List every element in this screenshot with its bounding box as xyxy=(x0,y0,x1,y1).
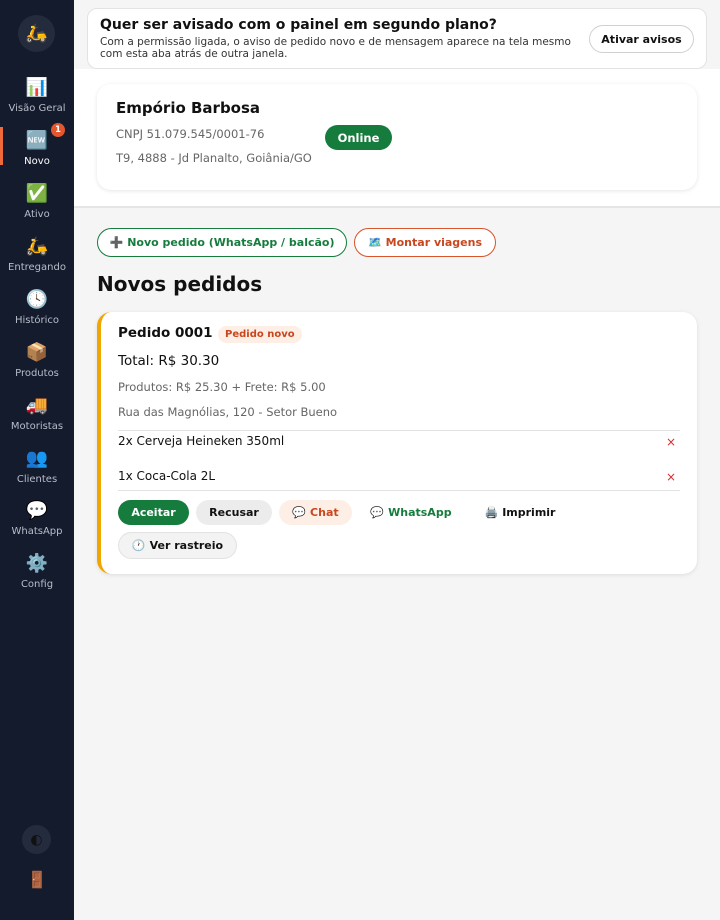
refuse-order-button[interactable]: Recusar xyxy=(196,500,272,525)
store-cnpj: CNPJ 51.079.545/0001-76 xyxy=(116,127,265,141)
sidebar-item-label: Motoristas xyxy=(10,421,64,432)
banner-title: Quer ser avisado com o painel em segundo… xyxy=(100,17,497,33)
sidebar-item-motoristas[interactable]: 🚚 Motoristas xyxy=(0,392,74,442)
bar-chart-icon: 📊 xyxy=(25,77,49,98)
print-button[interactable]: 🖨️ Imprimir xyxy=(470,500,570,525)
order-card: Pedido 0001 Pedido novo Total: R$ 30.30 … xyxy=(97,312,697,574)
theme-toggle-icon[interactable]: ◐ xyxy=(22,825,51,854)
order-address: Rua das Magnólias, 120 - Setor Bueno xyxy=(118,405,338,419)
order-item-row: 1x Coca-Cola 2L × xyxy=(118,467,680,487)
sidebar-item-label: Clientes xyxy=(16,474,58,485)
track-label: Ver rastreio xyxy=(149,539,224,552)
count-badge: 1 xyxy=(51,123,65,137)
whatsapp-button[interactable]: 💬 WhatsApp xyxy=(359,500,463,525)
remove-item-icon[interactable]: × xyxy=(666,470,676,484)
sidebar-item-novo[interactable]: 🆕 Novo 1 xyxy=(0,123,74,177)
divider xyxy=(118,430,680,431)
users-icon: 👥 xyxy=(25,448,49,469)
package-icon: 📦 xyxy=(25,342,49,363)
new-order-label: Novo pedido (WhatsApp / balcão) xyxy=(127,236,335,249)
clock-icon: 🕓 xyxy=(25,289,49,310)
sidebar-item-ativo[interactable]: ✅ Ativo xyxy=(0,180,74,230)
sidebar-item-label: Visão Geral xyxy=(8,103,66,114)
section-title: Novos pedidos xyxy=(97,272,263,296)
sidebar-item-label: Produtos xyxy=(15,368,59,379)
order-item-text: 1x Coca-Cola 2L xyxy=(118,469,216,483)
sidebar-item-visao-geral[interactable]: 📊 Visão Geral xyxy=(0,74,74,124)
new-icon: 🆕 xyxy=(25,130,49,151)
truck-icon: 🚚 xyxy=(25,395,49,416)
sidebar-item-config[interactable]: ⚙️ Config xyxy=(0,550,74,600)
order-total: Total: R$ 30.30 xyxy=(118,353,220,369)
sidebar-item-label: Config xyxy=(20,579,54,590)
sidebar-item-whatsapp[interactable]: 💬 WhatsApp xyxy=(0,497,74,547)
store-status-badge[interactable]: Online xyxy=(325,125,392,150)
sidebar-item-clientes[interactable]: 👥 Clientes xyxy=(0,445,74,495)
map-icon: 🗺️ xyxy=(367,236,382,249)
order-breakdown: Produtos: R$ 25.30 + Frete: R$ 5.00 xyxy=(118,380,326,394)
build-trips-button[interactable]: 🗺️ Montar viagens xyxy=(354,228,496,257)
sidebar-item-historico[interactable]: 🕓 Histórico xyxy=(0,286,74,336)
order-status-badge: Pedido novo xyxy=(218,326,302,343)
new-order-button[interactable]: ➕ Novo pedido (WhatsApp / balcão) xyxy=(97,228,347,257)
scooter-icon: 🛵 xyxy=(25,236,49,257)
notification-permission-banner: Quer ser avisado com o painel em segundo… xyxy=(87,8,707,69)
store-address: T9, 4888 - Jd Planalto, Goiânia/GO xyxy=(116,151,312,165)
speech-bubble-icon: 💬 xyxy=(292,506,307,519)
speech-bubble-icon: 💬 xyxy=(370,506,385,519)
clock-icon: 🕐 xyxy=(131,539,146,552)
enable-notifications-button[interactable]: Ativar avisos xyxy=(589,25,694,53)
logout-door-icon[interactable]: 🚪 xyxy=(26,868,48,890)
chat-label: Chat xyxy=(310,506,339,519)
scooter-icon[interactable]: 🛵 xyxy=(18,15,55,52)
sidebar-item-label: WhatsApp xyxy=(11,526,63,537)
sidebar: 🛵 📊 Visão Geral 🆕 Novo 1 ✅ Ativo 🛵 Entre… xyxy=(0,0,74,920)
remove-item-icon[interactable]: × xyxy=(666,435,676,449)
speech-bubble-icon: 💬 xyxy=(25,500,49,521)
sidebar-item-label: Novo xyxy=(24,156,50,167)
build-trips-label: Montar viagens xyxy=(385,236,483,249)
print-label: Imprimir xyxy=(502,506,556,519)
whatsapp-label: WhatsApp xyxy=(388,506,452,519)
store-name: Empório Barbosa xyxy=(116,99,261,117)
printer-icon: 🖨️ xyxy=(484,506,499,519)
track-order-button[interactable]: 🕐 Ver rastreio xyxy=(118,532,237,559)
plus-icon: ➕ xyxy=(109,236,124,249)
chat-button[interactable]: 💬 Chat xyxy=(279,500,352,525)
order-item-row: 2x Cerveja Heineken 350ml × xyxy=(118,432,680,452)
order-id: Pedido 0001 xyxy=(118,325,213,341)
sidebar-item-label: Entregando xyxy=(8,262,66,273)
banner-text: Com a permissão ligada, o aviso de pedid… xyxy=(100,36,571,60)
order-item-text: 2x Cerveja Heineken 350ml xyxy=(118,434,285,448)
sidebar-item-label: Ativo xyxy=(24,209,50,220)
sidebar-item-produtos[interactable]: 📦 Produtos xyxy=(0,339,74,389)
divider xyxy=(118,490,680,491)
sidebar-item-label: Histórico xyxy=(14,315,60,326)
gear-icon: ⚙️ xyxy=(25,553,49,574)
accept-order-button[interactable]: Aceitar xyxy=(118,500,189,525)
store-card: Empório Barbosa CNPJ 51.079.545/0001-76 … xyxy=(97,84,697,190)
checkmark-icon: ✅ xyxy=(25,183,49,204)
sidebar-item-entregando[interactable]: 🛵 Entregando xyxy=(0,233,74,283)
